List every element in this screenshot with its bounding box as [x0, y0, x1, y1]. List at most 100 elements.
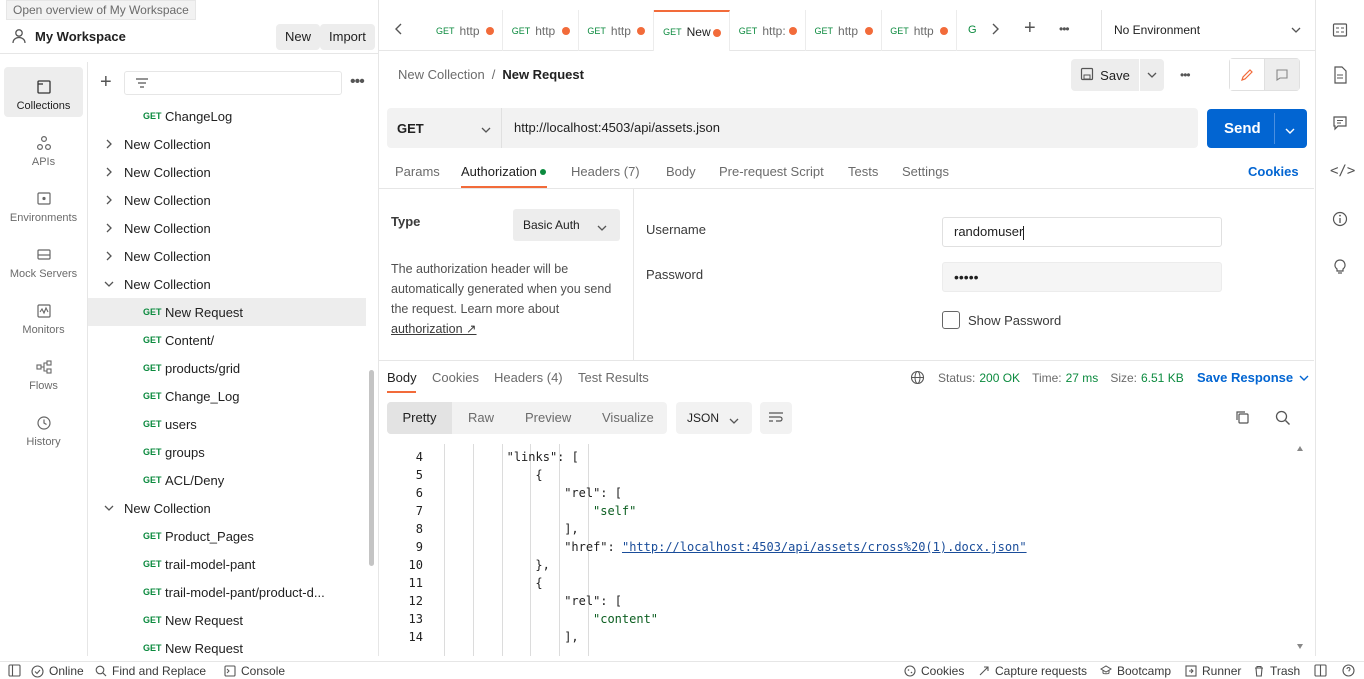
tree-request[interactable]: GET New Request — [88, 634, 366, 656]
tree-request[interactable]: GET trail-model-pant/product-d... — [88, 578, 366, 606]
copy-icon[interactable] — [1235, 410, 1250, 428]
chevron-down-icon[interactable] — [102, 504, 116, 512]
tab-headers[interactable]: Headers (7) — [571, 164, 640, 179]
chevron-right-icon[interactable] — [102, 251, 116, 261]
rail-item-environments[interactable]: Environments — [4, 179, 83, 229]
response-body-code[interactable]: 4 "links": [5 {6 "rel": [7 "self" 8], 9 "href":… — [379, 444, 1299, 656]
tree-collection[interactable]: New Collection — [88, 158, 366, 186]
import-button[interactable]: Import — [320, 24, 375, 50]
tree-request[interactable]: GET New Request — [88, 298, 366, 326]
status-value[interactable]: 200 OK — [979, 371, 1020, 385]
sidebar-toggle-icon[interactable] — [8, 664, 21, 677]
chevron-right-icon[interactable] — [102, 167, 116, 177]
method-select[interactable]: GET — [387, 108, 502, 148]
chevron-down-icon[interactable] — [1285, 124, 1295, 138]
response-tab-cookies[interactable]: Cookies — [432, 370, 479, 385]
response-tab-headers[interactable]: Headers (4) — [494, 370, 563, 385]
request-tab[interactable]: GET http — [881, 10, 958, 51]
rail-item-history[interactable]: History — [4, 403, 83, 453]
show-password-checkbox[interactable] — [942, 311, 960, 329]
add-collection-icon[interactable]: + — [100, 72, 112, 92]
console-button[interactable]: Console — [224, 664, 285, 678]
request-tab[interactable]: GET http — [427, 10, 503, 51]
chevron-down-icon[interactable] — [102, 280, 116, 288]
rail-item-flows[interactable]: Flows — [4, 347, 83, 397]
password-field[interactable]: ••••• — [942, 262, 1222, 292]
tab-settings[interactable]: Settings — [902, 164, 949, 179]
tree-request[interactable]: GET ACL/Deny — [88, 466, 366, 494]
rail-item-monitors[interactable]: Monitors — [4, 291, 83, 341]
save-response-button[interactable]: Save Response — [1197, 370, 1309, 385]
tree-collection[interactable]: New Collection — [88, 494, 366, 522]
scroll-down-arrow[interactable] — [1297, 644, 1303, 649]
auth-type-select[interactable]: Basic Auth — [513, 209, 620, 241]
tree-request[interactable]: GET Product_Pages — [88, 522, 366, 550]
comments-icon[interactable] — [1332, 115, 1348, 134]
tab-authorization[interactable]: Authorization — [461, 164, 537, 179]
filter-input[interactable] — [124, 71, 342, 95]
help-icon[interactable] — [1342, 664, 1355, 677]
tabs-scroll-left-icon[interactable] — [393, 22, 405, 39]
rail-item-mock-servers[interactable]: Mock Servers — [4, 235, 83, 285]
request-tab[interactable]: GET http — [578, 10, 655, 51]
find-replace-button[interactable]: Find and Replace — [95, 664, 206, 678]
tree-collection[interactable]: New Collection — [88, 186, 366, 214]
show-password-label[interactable]: Show Password — [968, 313, 1061, 328]
tab-params[interactable]: Params — [395, 164, 440, 179]
lightbulb-icon[interactable] — [1332, 258, 1348, 279]
edit-icon[interactable] — [1230, 59, 1265, 90]
comment-mode-icon[interactable] — [1265, 59, 1299, 90]
save-button[interactable]: Save — [1071, 59, 1139, 91]
cookies-link[interactable]: Cookies — [1248, 164, 1299, 179]
breadcrumb-request[interactable]: New Request — [502, 67, 584, 82]
view-raw[interactable]: Raw — [468, 402, 494, 434]
view-preview[interactable]: Preview — [525, 402, 571, 434]
workspace-name[interactable]: My Workspace — [35, 29, 126, 44]
capture-requests-button[interactable]: Capture requests — [978, 664, 1087, 678]
tree-collection[interactable]: New Collection — [88, 214, 366, 242]
request-more-icon[interactable]: ••• — [1180, 68, 1191, 82]
code-icon[interactable]: </> — [1330, 163, 1355, 179]
rail-item-apis[interactable]: APIs — [4, 123, 83, 173]
tab-body[interactable]: Body — [666, 164, 696, 179]
tree-request[interactable]: GET New Request — [88, 606, 366, 634]
request-tab[interactable]: GET http — [503, 10, 579, 51]
tabs-more-icon[interactable]: ••• — [1059, 22, 1070, 36]
request-tab[interactable]: GET http: — [730, 10, 806, 51]
tree-scrollbar[interactable] — [369, 370, 374, 566]
tree-request[interactable]: GET trail-model-pant — [88, 550, 366, 578]
request-tab[interactable]: GET http — [806, 10, 882, 51]
environment-quick-look-icon[interactable] — [1332, 22, 1348, 41]
tree-request[interactable]: GET users — [88, 410, 366, 438]
code-link[interactable]: "http://localhost:4503/api/assets/cross%… — [622, 540, 1027, 554]
view-visualize[interactable]: Visualize — [602, 402, 654, 434]
trash-button[interactable]: Trash — [1253, 664, 1300, 678]
new-tab-icon[interactable]: + — [1024, 17, 1036, 40]
environment-select[interactable]: No Environment — [1101, 10, 1311, 50]
tree-collection[interactable]: New Collection — [88, 270, 366, 298]
new-button[interactable]: New — [276, 24, 321, 50]
size-value[interactable]: 6.51 KB — [1141, 371, 1184, 385]
breadcrumb-collection[interactable]: New Collection — [398, 67, 485, 82]
wrap-lines-button[interactable] — [760, 402, 792, 434]
online-status[interactable]: Online — [31, 664, 84, 678]
runner-button[interactable]: Runner — [1185, 664, 1241, 678]
bootcamp-button[interactable]: Bootcamp — [1100, 664, 1171, 678]
tree-collection[interactable]: New Collection — [88, 130, 366, 158]
two-pane-icon[interactable] — [1314, 664, 1327, 677]
globe-icon[interactable] — [910, 370, 925, 388]
response-tab-body[interactable]: Body — [387, 370, 417, 385]
tabs-scroll-right-icon[interactable] — [989, 22, 1001, 39]
tree-request[interactable]: GET Change_Log — [88, 382, 366, 410]
tree-request[interactable]: GET products/grid — [88, 354, 366, 382]
tab-tests[interactable]: Tests — [848, 164, 878, 179]
send-button[interactable]: Send — [1207, 109, 1307, 148]
tree-request[interactable]: GET ChangeLog — [88, 102, 366, 130]
tree-request[interactable]: GET Content/ — [88, 326, 366, 354]
chevron-right-icon[interactable] — [102, 223, 116, 233]
authorization-link[interactable]: authorization ↗ — [391, 322, 477, 336]
tree-request[interactable]: GET groups — [88, 438, 366, 466]
info-icon[interactable] — [1332, 211, 1348, 230]
search-icon[interactable] — [1275, 410, 1291, 429]
request-tab[interactable]: GET New — [654, 10, 731, 51]
